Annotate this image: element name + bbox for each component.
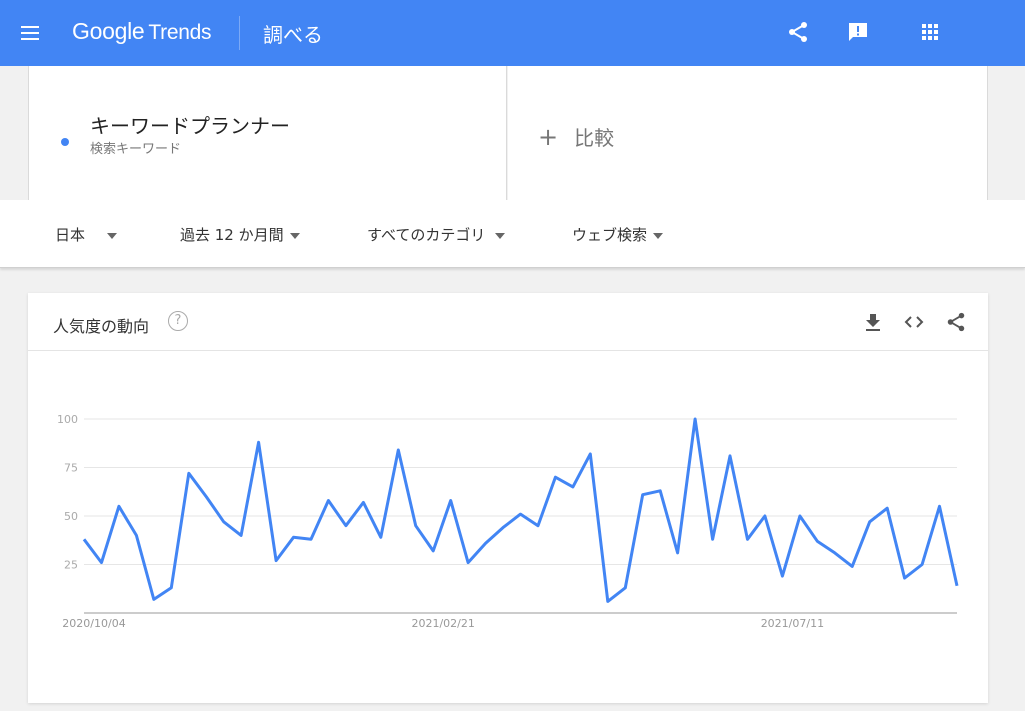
menu-icon[interactable] <box>18 21 44 45</box>
x-tick-label: 2021/07/11 <box>761 617 824 630</box>
y-tick-label: 50 <box>64 510 78 523</box>
google-trends-logo[interactable]: Google Trends <box>72 18 211 45</box>
card-header: 人気度の動向 ? <box>28 293 988 351</box>
card-title: 人気度の動向 <box>53 317 150 336</box>
top-app-bar: Google Trends 調べる <box>0 0 1025 66</box>
chevron-down-icon <box>289 232 300 239</box>
y-tick-label: 100 <box>57 413 78 426</box>
filter-bar: 日本 過去 12 か月間 すべてのカテゴリ ウェブ検索 <box>0 200 1025 268</box>
chevron-down-icon <box>653 232 664 239</box>
apps-icon[interactable] <box>918 20 942 44</box>
help-icon[interactable]: ? <box>168 311 188 331</box>
logo-google-text: Google <box>72 18 145 44</box>
search-type-filter[interactable]: ウェブ検索 <box>572 224 664 245</box>
y-tick-label: 25 <box>64 559 78 572</box>
compare-label: 比較 <box>574 126 615 150</box>
chevron-down-icon <box>495 232 506 239</box>
region-label: 日本 <box>55 226 86 244</box>
x-tick-label: 2021/02/21 <box>411 617 474 630</box>
interest-over-time-card: 人気度の動向 ? 25 50 75 100 2020/10/04 2021/02/21 20… <box>28 293 988 703</box>
interest-line-chart: 25 50 75 100 2020/10/04 2021/02/21 2021/07/11 <box>57 413 959 630</box>
region-filter[interactable]: 日本 <box>55 224 118 245</box>
plus-icon: + <box>538 123 559 151</box>
header-divider <box>239 16 240 50</box>
share-icon[interactable] <box>945 311 967 333</box>
search-type-label: ウェブ検索 <box>572 226 648 244</box>
series-line <box>82 417 959 603</box>
search-term-card[interactable]: キーワードプランナー 検索キーワード <box>28 66 507 200</box>
category-filter[interactable]: すべてのカテゴリ <box>367 224 506 245</box>
time-range-label: 過去 12 か月間 <box>180 226 284 244</box>
embed-icon[interactable] <box>903 311 925 333</box>
y-tick-label: 75 <box>64 462 78 475</box>
share-icon[interactable] <box>786 20 810 44</box>
compare-card[interactable]: + 比較 <box>508 66 988 200</box>
download-icon[interactable] <box>862 311 884 333</box>
search-term[interactable]: キーワードプランナー <box>90 110 290 139</box>
section-title: 調べる <box>263 23 323 47</box>
chevron-down-icon <box>107 232 118 239</box>
x-tick-label: 2020/10/04 <box>62 617 125 630</box>
feedback-icon[interactable] <box>846 20 870 44</box>
explore-bar: キーワードプランナー 検索キーワード + 比較 <box>0 66 1025 200</box>
category-label: すべてのカテゴリ <box>367 226 486 244</box>
logo-trends-text: Trends <box>148 21 212 44</box>
compare-button[interactable]: + 比較 <box>538 122 614 151</box>
time-range-filter[interactable]: 過去 12 か月間 <box>180 224 300 245</box>
search-term-type: 検索キーワード <box>90 142 182 157</box>
term-color-dot <box>61 138 69 146</box>
